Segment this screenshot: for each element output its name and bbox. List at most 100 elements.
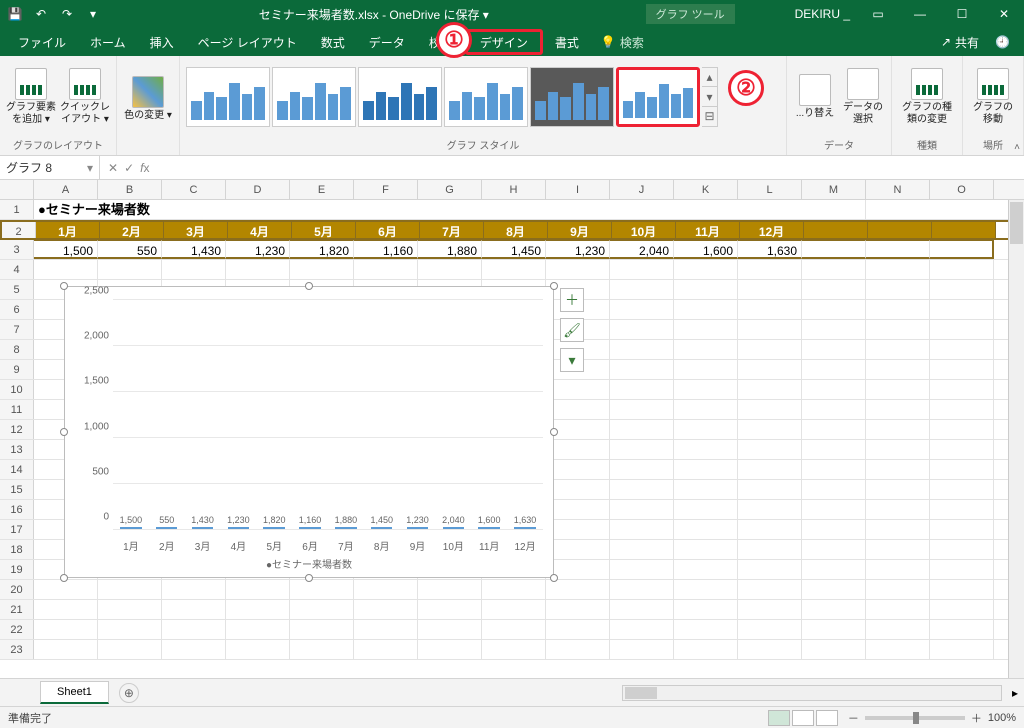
scroll-right-icon[interactable]: ▸	[1006, 686, 1024, 700]
resize-handle[interactable]	[305, 574, 313, 582]
cell[interactable]: 1,450	[482, 240, 546, 259]
cell[interactable]	[930, 280, 994, 299]
cell[interactable]	[738, 580, 802, 599]
cell[interactable]	[866, 580, 930, 599]
cell[interactable]	[226, 600, 290, 619]
cell[interactable]	[162, 620, 226, 639]
cell[interactable]	[418, 580, 482, 599]
cell[interactable]	[482, 260, 546, 279]
cell[interactable]	[802, 200, 866, 219]
column-header[interactable]: D	[226, 180, 290, 199]
cell[interactable]	[674, 620, 738, 639]
row-header[interactable]: 15	[0, 480, 34, 499]
cell[interactable]	[674, 360, 738, 379]
cell[interactable]	[802, 560, 866, 579]
cell[interactable]	[802, 280, 866, 299]
row-header[interactable]: 1	[0, 200, 34, 219]
cell[interactable]	[610, 320, 674, 339]
chart-elements-button[interactable]: ＋	[560, 288, 584, 312]
cell[interactable]	[674, 440, 738, 459]
tab-home[interactable]: ホーム	[78, 28, 138, 56]
tab-insert[interactable]: 挿入	[138, 28, 186, 56]
cell[interactable]: 4月	[228, 222, 292, 238]
cell[interactable]	[866, 320, 930, 339]
cell[interactable]	[674, 540, 738, 559]
cell[interactable]	[610, 400, 674, 419]
cell[interactable]	[930, 540, 994, 559]
cell[interactable]	[546, 620, 610, 639]
normal-view-button[interactable]	[768, 710, 790, 726]
maximize-icon[interactable]: ☐	[948, 5, 976, 23]
cell[interactable]	[162, 600, 226, 619]
tab-format[interactable]: 書式	[543, 28, 591, 56]
column-header[interactable]: B	[98, 180, 162, 199]
cell[interactable]	[546, 600, 610, 619]
row-header[interactable]: 2	[2, 222, 36, 238]
cell[interactable]	[674, 420, 738, 439]
cell[interactable]	[932, 222, 996, 238]
more-icon[interactable]: ⊟	[702, 106, 717, 126]
tell-me-search[interactable]: 💡検索	[591, 28, 654, 56]
chart-style-6[interactable]	[616, 67, 700, 127]
cell[interactable]: 11月	[676, 222, 740, 238]
cell[interactable]	[610, 480, 674, 499]
cell[interactable]	[930, 460, 994, 479]
cell[interactable]	[674, 340, 738, 359]
row-header[interactable]: 9	[0, 360, 34, 379]
cell[interactable]	[418, 600, 482, 619]
resize-handle[interactable]	[550, 282, 558, 290]
cell[interactable]	[866, 600, 930, 619]
cell[interactable]	[674, 520, 738, 539]
cell[interactable]	[674, 260, 738, 279]
column-header[interactable]: G	[418, 180, 482, 199]
cell[interactable]	[610, 600, 674, 619]
quick-layout-button[interactable]: クイックレイアウト ▾	[60, 68, 110, 126]
cell[interactable]	[738, 360, 802, 379]
name-box[interactable]: グラフ 8▾	[0, 156, 100, 179]
cell[interactable]	[930, 560, 994, 579]
cell[interactable]	[610, 260, 674, 279]
cell[interactable]	[34, 600, 98, 619]
cell[interactable]	[802, 320, 866, 339]
cell[interactable]	[930, 380, 994, 399]
cell[interactable]	[930, 520, 994, 539]
cell[interactable]	[930, 620, 994, 639]
cancel-icon[interactable]: ✕	[108, 161, 118, 175]
row-header[interactable]: 10	[0, 380, 34, 399]
embedded-chart[interactable]: 05001,0001,5002,0002,500 1,5005501,4301,…	[64, 286, 554, 578]
cell[interactable]	[802, 260, 866, 279]
cell[interactable]	[674, 380, 738, 399]
cell[interactable]	[290, 580, 354, 599]
column-header[interactable]: L	[738, 180, 802, 199]
cell[interactable]	[610, 300, 674, 319]
cell[interactable]	[802, 620, 866, 639]
cell[interactable]	[162, 640, 226, 659]
resize-handle[interactable]	[60, 574, 68, 582]
ribbon-display-icon[interactable]: ▭	[864, 5, 892, 23]
cell[interactable]	[674, 640, 738, 659]
share-button[interactable]: ↗共有	[933, 28, 987, 56]
cell[interactable]	[802, 540, 866, 559]
cell[interactable]	[738, 260, 802, 279]
qat-customize-icon[interactable]: ▾	[84, 5, 102, 23]
cell[interactable]	[866, 340, 930, 359]
cell[interactable]: 10月	[612, 222, 676, 238]
row-header[interactable]: 16	[0, 500, 34, 519]
cell[interactable]	[738, 420, 802, 439]
cell[interactable]	[866, 520, 930, 539]
page-layout-view-button[interactable]	[792, 710, 814, 726]
add-sheet-button[interactable]: ⊕	[119, 683, 139, 703]
confirm-icon[interactable]: ✓	[124, 161, 134, 175]
cell[interactable]	[930, 320, 994, 339]
column-header[interactable]: H	[482, 180, 546, 199]
cell[interactable]	[610, 460, 674, 479]
cell[interactable]: 6月	[356, 222, 420, 238]
zoom-slider-thumb[interactable]	[913, 712, 919, 724]
cell[interactable]	[802, 360, 866, 379]
cell[interactable]	[930, 420, 994, 439]
redo-icon[interactable]: ↷	[58, 5, 76, 23]
cell[interactable]	[418, 640, 482, 659]
cell[interactable]	[738, 460, 802, 479]
cell[interactable]	[290, 260, 354, 279]
cell[interactable]: 2月	[100, 222, 164, 238]
